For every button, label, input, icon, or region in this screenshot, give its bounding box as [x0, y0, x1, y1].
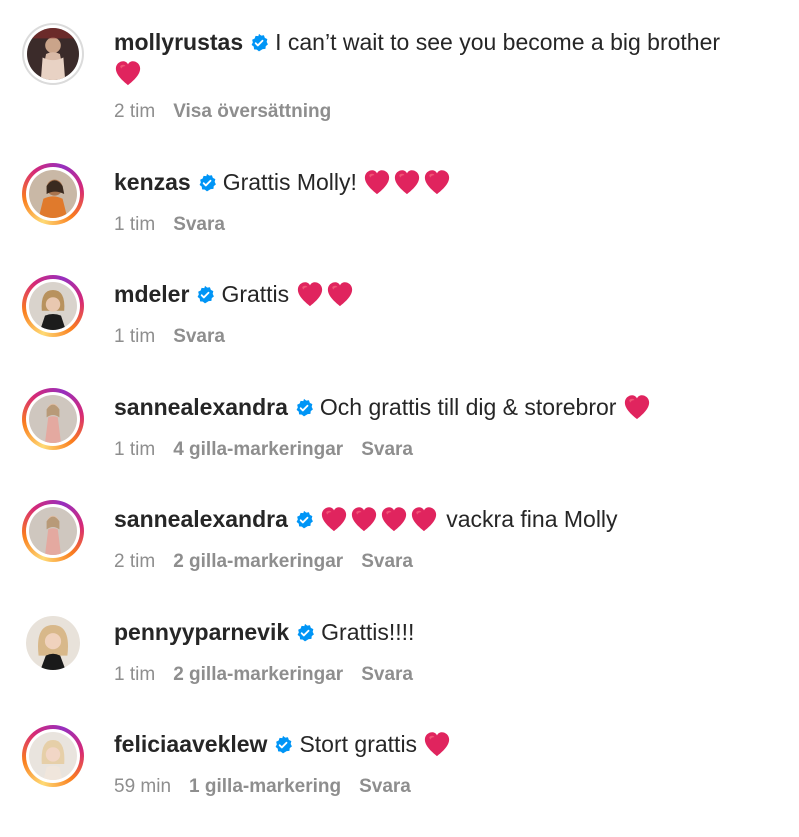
comment-body: sannealexandra vackra fina Molly — [114, 504, 777, 534]
reply-button[interactable]: Svara — [361, 439, 413, 460]
avatar[interactable] — [22, 500, 84, 562]
comment-meta: 1 tim Svara — [114, 213, 243, 237]
avatar[interactable] — [22, 163, 84, 225]
reply-button[interactable]: Svara — [361, 551, 413, 572]
red-heart-icon — [320, 506, 348, 532]
verified-badge-icon — [249, 33, 269, 53]
verified-badge-icon — [273, 735, 293, 755]
red-heart-icon — [296, 281, 324, 307]
comment-emojis — [114, 60, 144, 86]
reply-button[interactable]: Svara — [173, 214, 225, 235]
avatar[interactable] — [22, 612, 84, 674]
red-heart-icon — [393, 169, 421, 195]
red-heart-icon — [326, 281, 354, 307]
red-heart-icon — [623, 394, 651, 420]
see-translation-button[interactable]: Visa översättning — [173, 101, 331, 122]
comment-text: Stort grattis — [299, 731, 418, 757]
comment-body: pennyyparnevik Grattis!!!! — [114, 617, 777, 647]
username[interactable]: feliciaaveklew — [114, 731, 267, 757]
comment-time[interactable]: 2 tim — [114, 551, 155, 572]
comments-list: mollyrustas I can’t wait to see you becom… — [0, 0, 799, 837]
comment-text: Och grattis till dig & storebror — [319, 394, 617, 420]
comment-text: Grattis!!!! — [321, 619, 415, 645]
comment-meta: 1 tim Svara — [114, 325, 243, 349]
likes-count[interactable]: 1 gilla-markering — [189, 776, 341, 797]
comment-time[interactable]: 59 min — [114, 776, 171, 797]
comment-time[interactable]: 1 tim — [114, 326, 155, 347]
likes-count[interactable]: 2 gilla-markeringar — [173, 664, 343, 685]
comment-text: I can’t wait to see you become a big bro… — [275, 29, 721, 55]
comment-time[interactable]: 1 tim — [114, 664, 155, 685]
red-heart-icon — [363, 169, 391, 195]
comment-meta: 1 tim 2 gilla-markeringar Svara — [114, 663, 431, 687]
comment-time[interactable]: 1 tim — [114, 439, 155, 460]
verified-badge-icon — [294, 398, 314, 418]
verified-badge-icon — [195, 285, 215, 305]
comment-meta: 59 min 1 gilla-markering Svara — [114, 775, 429, 799]
comment-time[interactable]: 2 tim — [114, 101, 155, 122]
comment-body: mollyrustas I can’t wait to see you becom… — [114, 27, 777, 57]
comment-body: mdeler Grattis — [114, 279, 777, 309]
reply-button[interactable]: Svara — [361, 664, 413, 685]
likes-count[interactable]: 2 gilla-markeringar — [173, 551, 343, 572]
username[interactable]: mdeler — [114, 281, 189, 307]
avatar[interactable] — [22, 23, 84, 85]
likes-count[interactable]: 4 gilla-markeringar — [173, 439, 343, 460]
red-heart-icon — [423, 169, 451, 195]
comment-body: kenzas Grattis Molly! — [114, 167, 777, 197]
comment-text: Grattis Molly! — [222, 169, 357, 195]
comment-text: Grattis — [221, 281, 290, 307]
red-heart-icon — [350, 506, 378, 532]
red-heart-icon — [114, 60, 142, 86]
comment-meta: 1 tim 4 gilla-markeringar Svara — [114, 438, 431, 462]
username[interactable]: mollyrustas — [114, 29, 243, 55]
reply-button[interactable]: Svara — [359, 776, 411, 797]
comment-body: sannealexandra Och grattis till dig & sto… — [114, 392, 777, 422]
red-heart-icon — [380, 506, 408, 532]
reply-button[interactable]: Svara — [173, 326, 225, 347]
comment-meta: 2 tim Visa översättning — [114, 100, 349, 124]
username[interactable]: sannealexandra — [114, 506, 288, 532]
verified-badge-icon — [295, 623, 315, 643]
comment-text: vackra fina Molly — [446, 506, 618, 532]
avatar[interactable] — [22, 275, 84, 337]
comment-body: feliciaaveklew Stort grattis — [114, 729, 777, 759]
avatar[interactable] — [22, 725, 84, 787]
comment-time[interactable]: 1 tim — [114, 214, 155, 235]
verified-badge-icon — [294, 510, 314, 530]
comment-meta: 2 tim 2 gilla-markeringar Svara — [114, 550, 431, 574]
avatar[interactable] — [22, 388, 84, 450]
username[interactable]: pennyyparnevik — [114, 619, 289, 645]
red-heart-icon — [423, 731, 451, 757]
username[interactable]: sannealexandra — [114, 394, 288, 420]
verified-badge-icon — [197, 173, 217, 193]
red-heart-icon — [410, 506, 438, 532]
username[interactable]: kenzas — [114, 169, 191, 195]
